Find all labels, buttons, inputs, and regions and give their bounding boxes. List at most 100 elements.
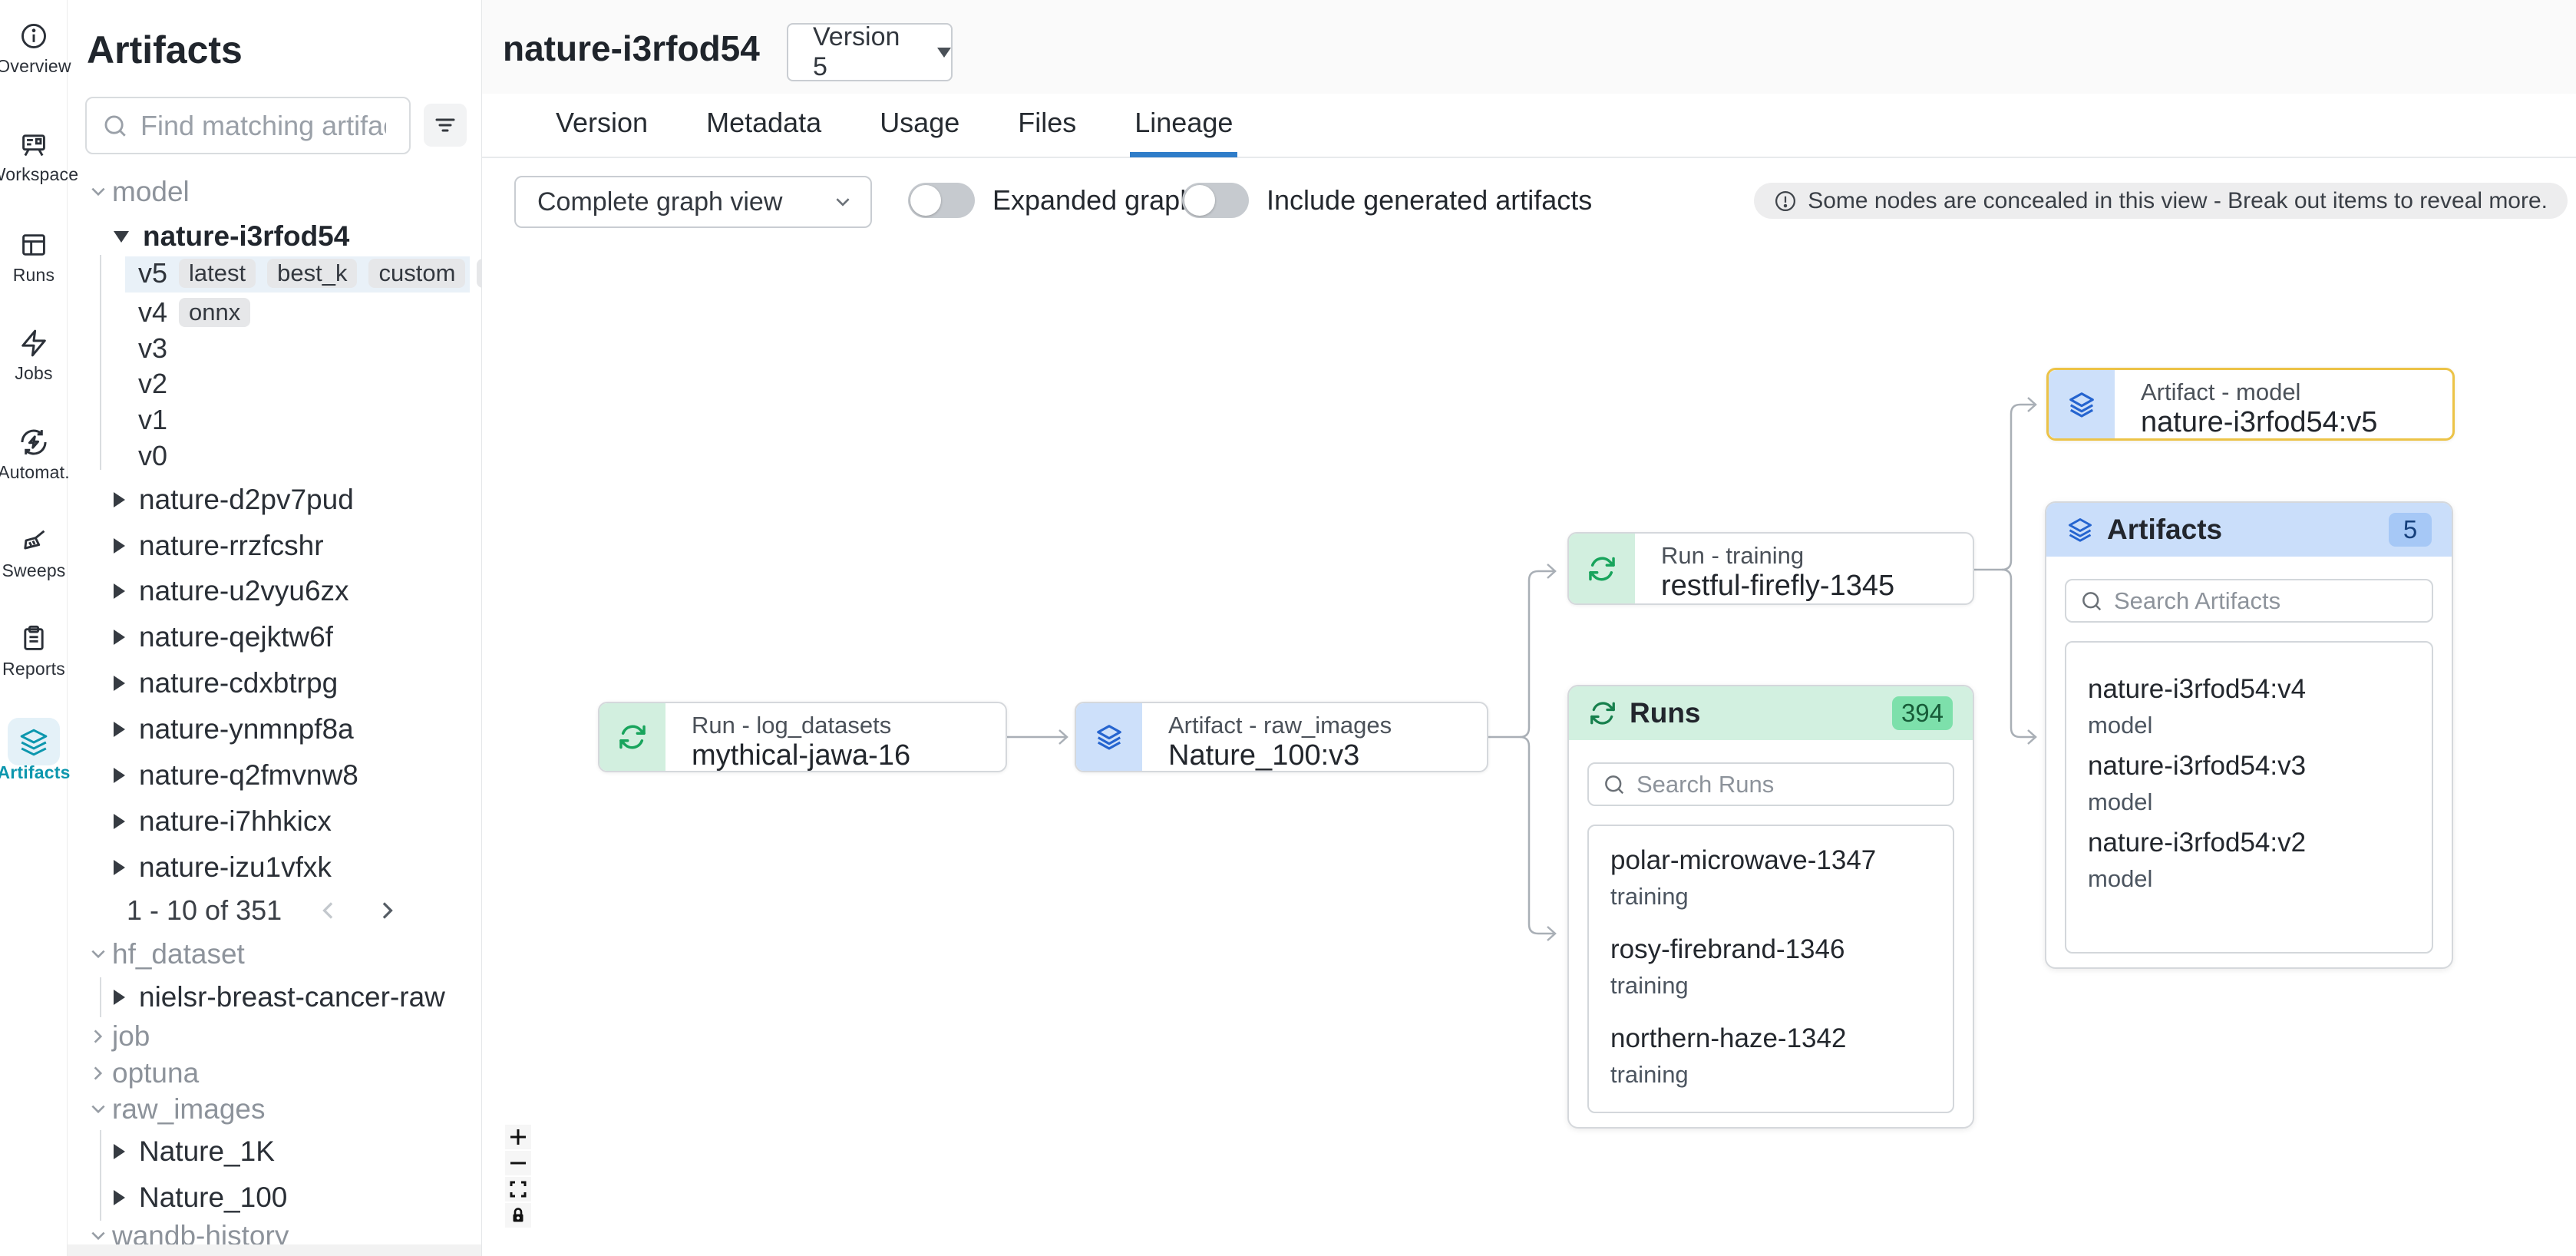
node-type: Artifact - raw_images: [1168, 712, 1392, 739]
tree-item-artifact[interactable]: nature-cdxbtrpg: [68, 666, 338, 700]
node-run-training[interactable]: Run - training restful-firefly-1345: [1567, 532, 1974, 605]
run-list-item: polar-microwave-1347 training: [1610, 844, 1931, 912]
tree-group-hf-dataset[interactable]: hf_dataset: [68, 937, 245, 971]
filter-lines-icon: [432, 112, 458, 138]
tree-item-artifact[interactable]: nature-i7hhkicx: [68, 805, 332, 838]
sidebar-item-overview[interactable]: Overview: [0, 21, 68, 77]
tree-item-artifact[interactable]: nature-rrzfcshr: [68, 529, 324, 563]
artifact-type: model: [2088, 710, 2410, 741]
tree-item-artifact[interactable]: nature-d2pv7pud: [68, 483, 354, 517]
version-tag: best: [477, 259, 482, 288]
rail-label: Reports: [2, 659, 65, 679]
node-name: nature-i3rfod54:v5: [2141, 406, 2377, 438]
workspace-board-icon: [19, 130, 48, 159]
run-icon-box: [599, 703, 665, 771]
tree-version-v5[interactable]: v5 latest best_k custom best: [68, 256, 482, 290]
tree-item-artifact[interactable]: nature-izu1vfxk: [68, 851, 332, 884]
artifact-icon-box: [2049, 370, 2115, 438]
artifacts-search-input[interactable]: [2114, 587, 2375, 615]
tree-item-artifact[interactable]: nature-qejktw6f: [68, 620, 333, 654]
run-sync-icon: [1587, 554, 1617, 583]
tree-version-v0[interactable]: v0: [68, 439, 167, 473]
node-run-log-datasets[interactable]: Run - log_datasets mythical-jawa-16: [598, 702, 1007, 772]
artifact-list-item: nature-i3rfod54:v3 model: [2088, 750, 2410, 818]
lock-button[interactable]: [505, 1203, 531, 1228]
node-artifact-raw-images[interactable]: Artifact - raw_images Nature_100:v3: [1075, 702, 1488, 772]
icon-rail: Overview Workspace Runs Jobs Automat. Sw…: [0, 0, 68, 1256]
plus-icon: [508, 1127, 528, 1147]
runs-count-badge: 394: [1892, 696, 1953, 730]
tree-group-model[interactable]: model: [68, 175, 190, 209]
runs-group-panel: Runs 394 polar-microwave-1347 training r…: [1567, 685, 1974, 1129]
tree-item-artifact[interactable]: nielsr-breast-cancer-raw: [68, 980, 445, 1014]
tree-item-artifact[interactable]: Nature_1K: [68, 1135, 275, 1168]
artifact-type: model: [2088, 787, 2410, 818]
tree-item-artifact[interactable]: nature-ynmnpf8a: [68, 712, 354, 746]
sidebar-item-workspace[interactable]: Workspace: [0, 130, 68, 185]
fit-view-button[interactable]: [505, 1177, 531, 1201]
tree-group-job[interactable]: job: [68, 1020, 150, 1053]
zoom-in-button[interactable]: [505, 1125, 531, 1149]
artifacts-count-badge: 5: [2389, 513, 2432, 547]
triangle-right-icon: [114, 630, 125, 645]
sidebar-item-automations[interactable]: Automat.: [0, 428, 68, 483]
sidebar-item-reports[interactable]: Reports: [0, 624, 68, 679]
artifacts-panel-header[interactable]: Artifacts 5: [2046, 503, 2452, 557]
tree-version-v4[interactable]: v4 onnx: [68, 296, 250, 329]
sidebar-title: Artifacts: [87, 28, 243, 72]
horizontal-scrollbar[interactable]: [68, 1244, 482, 1256]
zoom-out-button[interactable]: [505, 1151, 531, 1175]
runs-search-input[interactable]: [1636, 771, 1897, 798]
node-name: mythical-jawa-16: [692, 739, 910, 772]
sidebar-item-artifacts[interactable]: Artifacts: [0, 728, 68, 783]
chevron-right-icon[interactable]: [375, 899, 398, 922]
info-icon: [19, 21, 48, 51]
artifacts-sidebar: Artifacts model nature-i3rfod54 v5 lates…: [68, 0, 482, 1256]
sidebar-item-runs[interactable]: Runs: [0, 230, 68, 286]
run-name-link[interactable]: northern-haze-1342: [1610, 1023, 1931, 1055]
filter-button[interactable]: [424, 104, 467, 147]
artifact-name-link[interactable]: nature-i3rfod54:v3: [2088, 750, 2410, 782]
chevron-down-icon: [89, 1100, 107, 1119]
tree-item-artifact[interactable]: nature-q2fmvnw8: [68, 759, 358, 792]
run-job-type: training: [1610, 881, 1931, 912]
artifact-search-box: [85, 97, 411, 154]
triangle-right-icon: [114, 860, 125, 875]
triangle-right-icon: [114, 1144, 125, 1159]
artifacts-list: nature-i3rfod54:v4 model nature-i3rfod54…: [2065, 641, 2433, 954]
artifact-name-link[interactable]: nature-i3rfod54:v2: [2088, 827, 2410, 859]
tree-version-v1[interactable]: v1: [68, 403, 167, 437]
sidebar-item-sweeps[interactable]: Sweeps: [0, 526, 68, 581]
artifacts-search-box: [2065, 579, 2433, 623]
rail-label: Runs: [13, 265, 55, 286]
chevron-left-icon[interactable]: [317, 899, 340, 922]
artifact-name-link[interactable]: nature-i3rfod54:v4: [2088, 673, 2410, 706]
triangle-right-icon: [114, 768, 125, 783]
run-name-link[interactable]: polar-microwave-1347: [1610, 844, 1931, 877]
tree-item-artifact[interactable]: nature-u2vyu6zx: [68, 574, 349, 608]
tree-version-v2[interactable]: v2: [68, 367, 167, 401]
layers-icon: [2067, 390, 2096, 419]
run-name-link[interactable]: rosy-firebrand-1346: [1610, 934, 1931, 966]
chevron-right-icon: [89, 1027, 107, 1046]
artifact-search-input[interactable]: [140, 110, 386, 142]
triangle-right-icon: [114, 814, 125, 829]
node-artifact-model-selected[interactable]: Artifact - model nature-i3rfod54:v5: [2046, 368, 2455, 441]
version-tag: best_k: [267, 259, 357, 288]
runs-panel-header[interactable]: Runs 394: [1569, 686, 1973, 740]
broom-icon: [19, 526, 48, 555]
tree-item-artifact[interactable]: Nature_100: [68, 1181, 287, 1215]
tree-version-v3[interactable]: v3: [68, 332, 167, 365]
clipboard-icon: [19, 624, 48, 653]
search-icon: [2080, 590, 2103, 613]
rail-label: Workspace: [0, 164, 78, 185]
tree-group-optuna[interactable]: optuna: [68, 1056, 199, 1090]
node-type: Run - training: [1661, 542, 1894, 570]
artifact-list-item: nature-i3rfod54:v4 model: [2088, 673, 2410, 741]
sidebar-item-jobs[interactable]: Jobs: [0, 329, 68, 384]
tree-item-selected-artifact[interactable]: nature-i3rfod54: [68, 220, 349, 253]
lock-icon: [508, 1205, 528, 1225]
triangle-right-icon: [114, 538, 125, 554]
tree-group-raw-images[interactable]: raw_images: [68, 1092, 265, 1126]
run-sync-icon: [1589, 699, 1617, 727]
